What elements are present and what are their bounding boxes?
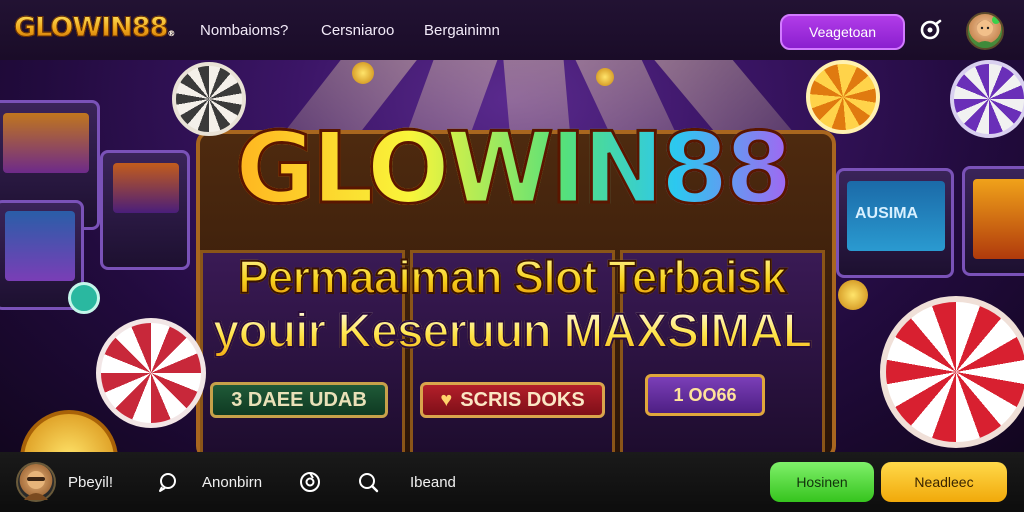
profile-label[interactable]: Pbeyil! bbox=[68, 474, 113, 491]
gold-coin bbox=[20, 410, 118, 452]
coin bbox=[352, 62, 374, 84]
online-status-dot bbox=[992, 16, 1000, 24]
search-icon[interactable] bbox=[356, 470, 380, 494]
heart-icon: ♥ bbox=[440, 388, 453, 411]
user-avatar[interactable] bbox=[966, 12, 1004, 50]
reel-panel-middle-label: SCRIS DOKS bbox=[460, 388, 585, 411]
nav-link-1[interactable]: Nombaioms? bbox=[200, 22, 288, 39]
yellow-action-button[interactable]: Neadleec bbox=[881, 462, 1007, 502]
nav-item-2-label[interactable]: Anonbirn bbox=[202, 474, 262, 491]
reel-panel-middle: ♥ SCRIS DOKS bbox=[420, 382, 605, 418]
nav-item-3-label[interactable]: Ibeand bbox=[410, 474, 456, 491]
coin bbox=[596, 68, 614, 86]
hero-subtitle-line2: youir Keseruun MAXSIMAL bbox=[0, 304, 1024, 359]
hero-banner[interactable]: AUSIMA GLOWIN88 Permaaiman Slot Terbaisk… bbox=[0, 60, 1024, 452]
site-logo[interactable]: GLOWIN88® bbox=[13, 12, 175, 44]
chat-icon[interactable] bbox=[156, 470, 180, 494]
profile-avatar[interactable] bbox=[16, 462, 56, 502]
settings-icon[interactable] bbox=[298, 470, 322, 494]
hero-title: GLOWIN88 bbox=[0, 119, 1024, 220]
search-icon[interactable] bbox=[918, 18, 944, 44]
nav-link-2[interactable]: Cersniaroo bbox=[321, 22, 394, 39]
top-navigation-bar: GLOWIN88® Nombaioms? Cersniaroo Bergaini… bbox=[0, 0, 1024, 60]
nav-link-3[interactable]: Bergainimn bbox=[424, 22, 500, 39]
green-action-button[interactable]: Hosinen bbox=[770, 462, 874, 502]
bottom-navigation-bar: Pbeyil! Anonbirn Ibeand Hosinen Neadleec bbox=[0, 452, 1024, 512]
reel-panel-left: 3 DAEE UDAB bbox=[210, 382, 388, 418]
hero-subtitle-line1: Permaaiman Slot Terbaisk bbox=[0, 250, 1024, 304]
header-cta-button[interactable]: Veagetoan bbox=[780, 14, 905, 50]
reel-panel-right: 1 OO66 bbox=[645, 374, 765, 416]
